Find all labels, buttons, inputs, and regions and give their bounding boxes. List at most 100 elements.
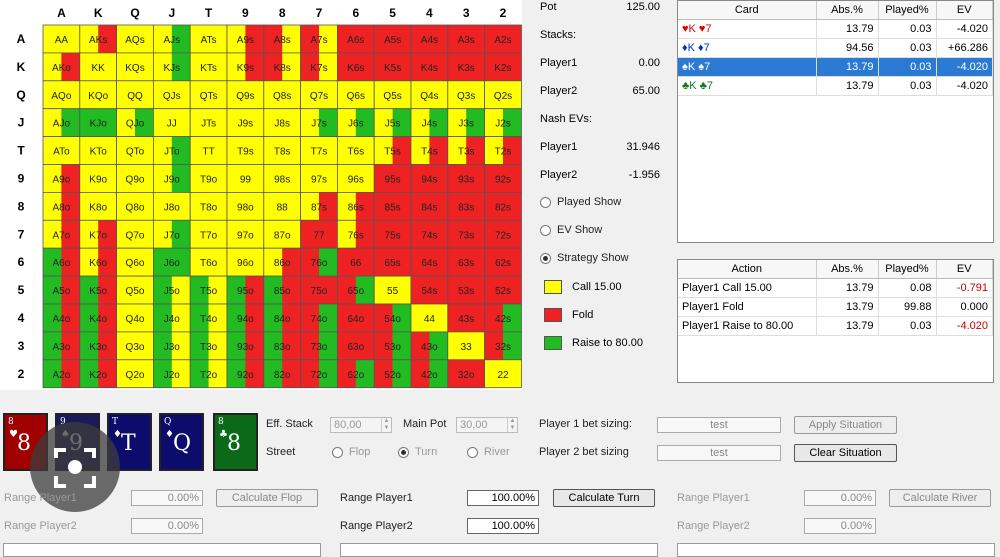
hand-cell[interactable]: 76o — [300, 247, 338, 277]
hand-cell[interactable]: 63o — [336, 331, 375, 361]
table-row[interactable]: Player1 Call 15.00 13.79 0.08 -0.791 — [678, 278, 993, 298]
hand-cell[interactable]: 64o — [336, 303, 375, 333]
hand-cell[interactable]: T5o — [189, 275, 228, 305]
hand-cell[interactable]: 53s — [447, 275, 485, 305]
hand-cell[interactable]: 94o — [226, 303, 265, 333]
hand-cell[interactable]: T4o — [189, 303, 228, 333]
hand-cell[interactable]: Q8o — [116, 191, 154, 221]
hand-cell[interactable]: Q5o — [116, 275, 154, 305]
hand-cell[interactable]: 82o — [263, 359, 301, 389]
river-range-p2-input[interactable]: 0.00% — [804, 518, 876, 534]
hand-cell[interactable]: KQo — [79, 80, 118, 110]
hand-cell[interactable]: AKs — [79, 24, 118, 54]
hand-cell[interactable]: 92o — [226, 359, 265, 389]
board-card-4[interactable]: Q ♦ Q — [159, 413, 204, 471]
hand-cell[interactable]: 63s — [447, 247, 485, 277]
hand-cell[interactable]: Q7o — [116, 219, 154, 249]
hand-cell[interactable]: K3s — [447, 52, 485, 82]
turn-range-p1-input[interactable]: 100.00% — [467, 490, 539, 506]
hand-cell[interactable]: 32o — [447, 359, 485, 389]
hand-cell[interactable]: Q4s — [410, 80, 449, 110]
hand-cell[interactable]: 72o — [300, 359, 338, 389]
hand-cell[interactable]: 85o — [263, 275, 301, 305]
hand-cell[interactable]: QTs — [189, 80, 228, 110]
main-pot-input[interactable]: 30,00 ▲ ▼ — [456, 417, 518, 433]
hand-cell[interactable]: K5s — [373, 52, 412, 82]
calculate-turn-button[interactable]: Calculate Turn — [553, 489, 655, 507]
hand-cell[interactable]: 74o — [300, 303, 338, 333]
hand-cell[interactable]: 54s — [410, 275, 449, 305]
hand-cell[interactable]: 65o — [336, 275, 375, 305]
street-flop-radio[interactable]: Flop — [332, 446, 370, 458]
hand-cell[interactable]: 77 — [300, 219, 338, 249]
hand-cell[interactable]: JTo — [152, 136, 191, 165]
col-ev[interactable]: EV — [936, 260, 993, 279]
hand-cell[interactable]: J3s — [447, 108, 485, 137]
ev-show-radio[interactable]: EV Show — [540, 224, 602, 236]
col-abs[interactable]: Abs.% — [816, 260, 879, 279]
hand-cell[interactable]: AQo — [42, 80, 81, 110]
calculate-river-button[interactable]: Calculate River — [889, 489, 991, 507]
col-card[interactable]: Card — [678, 1, 817, 20]
hand-cell[interactable]: 97s — [300, 164, 338, 193]
hand-cell[interactable]: A7o — [42, 219, 81, 249]
turn-range-p2-input[interactable]: 100.00% — [467, 518, 539, 534]
hand-cell[interactable]: Q4o — [116, 303, 154, 333]
hand-cell[interactable]: AQs — [116, 24, 154, 54]
hand-cell[interactable]: J2o — [152, 359, 191, 389]
table-row[interactable]: Player1 Fold 13.79 99.88 0.000 — [678, 297, 993, 317]
hand-cell[interactable]: AJo — [42, 108, 81, 137]
hand-cell[interactable]: 98s — [263, 164, 301, 193]
table-row-selected[interactable]: ♠K ♠7 13.79 0.03 -4.020 — [678, 57, 993, 77]
hand-cell[interactable]: 73s — [447, 219, 485, 249]
hand-cell[interactable]: 73o — [300, 331, 338, 361]
hand-cell[interactable]: 85s — [373, 191, 412, 221]
hand-cell[interactable]: K6o — [79, 247, 118, 277]
hand-cell[interactable]: K7s — [300, 52, 338, 82]
hand-cell[interactable]: 55 — [373, 275, 412, 305]
hand-cell[interactable]: K6s — [336, 52, 375, 82]
hand-cell[interactable]: A4s — [410, 24, 449, 54]
hand-cell[interactable]: T9o — [189, 164, 228, 193]
hand-cell[interactable]: A5s — [373, 24, 412, 54]
hand-cell[interactable]: Q7s — [300, 80, 338, 110]
hand-cell[interactable]: K9o — [79, 164, 118, 193]
hand-cell[interactable]: T7s — [300, 136, 338, 165]
hand-cell[interactable]: QJs — [152, 80, 191, 110]
clear-situation-button[interactable]: Clear Situation — [794, 444, 897, 462]
hand-cell[interactable]: 84o — [263, 303, 301, 333]
action-table[interactable]: Action Abs.% Played% EV Player1 Call 15.… — [677, 259, 994, 383]
hand-cell[interactable]: J4s — [410, 108, 449, 137]
hand-cell[interactable]: Q9s — [226, 80, 265, 110]
hand-cell[interactable]: AJs — [152, 24, 191, 54]
hand-cell[interactable]: J4o — [152, 303, 191, 333]
hand-cell[interactable]: QTo — [116, 136, 154, 165]
hand-cell[interactable]: J3o — [152, 331, 191, 361]
card-ev-table[interactable]: Card Abs.% Played% EV ♥K ♥7 13.79 0.03 -4.0… — [677, 0, 994, 243]
hand-cell[interactable]: A3o — [42, 331, 81, 361]
hand-cell[interactable]: T8s — [263, 136, 301, 165]
street-river-radio[interactable]: River — [467, 446, 510, 458]
hand-cell[interactable]: 99 — [226, 164, 265, 193]
hand-cell[interactable]: 42s — [484, 303, 522, 333]
hand-cell[interactable]: AKo — [42, 52, 81, 82]
col-played[interactable]: Played% — [878, 1, 937, 20]
hand-cell[interactable]: QJo — [116, 108, 154, 137]
spinner-arrows-icon[interactable]: ▲ ▼ — [381, 418, 391, 432]
hand-cell[interactable]: Q3o — [116, 331, 154, 361]
table-row[interactable]: ♣K ♣7 13.79 0.03 -4.020 — [678, 76, 993, 96]
hand-cell[interactable]: J9s — [226, 108, 265, 137]
hand-cell[interactable]: T4s — [410, 136, 449, 165]
hand-cell[interactable]: Q3s — [447, 80, 485, 110]
hand-cell[interactable]: T6o — [189, 247, 228, 277]
hand-cell[interactable]: 87o — [263, 219, 301, 249]
hand-cell[interactable]: 62s — [484, 247, 522, 277]
hand-cell[interactable]: 62o — [336, 359, 375, 389]
street-turn-radio[interactable]: Turn — [398, 446, 437, 458]
hand-cell[interactable]: J9o — [152, 164, 191, 193]
col-action[interactable]: Action — [678, 260, 817, 279]
hand-cell[interactable]: J5o — [152, 275, 191, 305]
hand-cell[interactable]: T2s — [484, 136, 522, 165]
hand-cell[interactable]: 94s — [410, 164, 449, 193]
table-row[interactable]: ♦K ♦7 94.56 0.03 +66.286 — [678, 38, 993, 58]
